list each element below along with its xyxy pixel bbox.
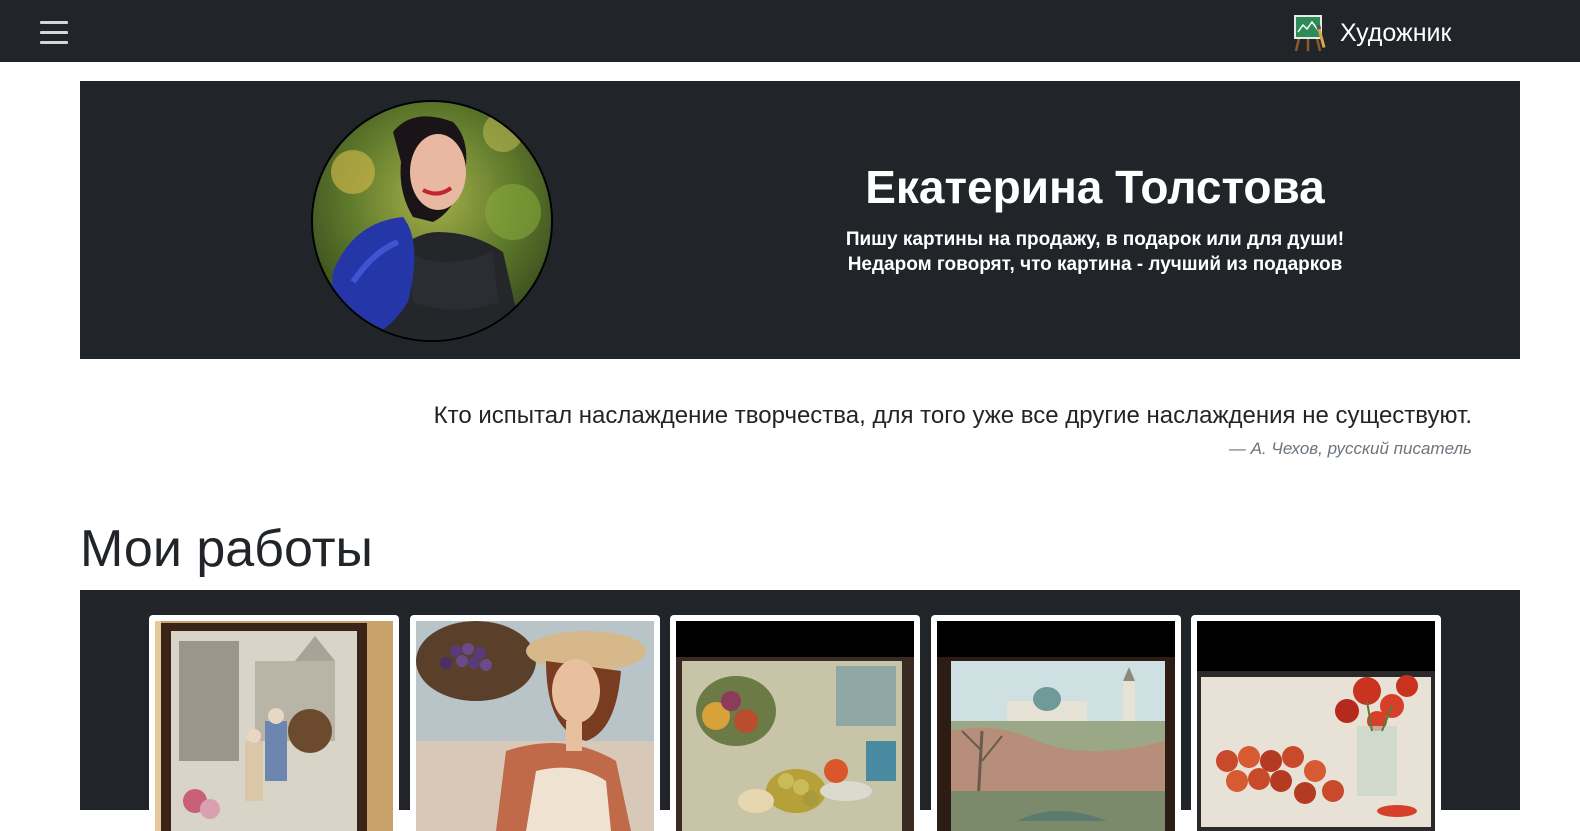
brand-link[interactable]: Художник <box>1294 15 1452 52</box>
easel-painting-icon <box>1294 15 1326 52</box>
work-card[interactable] <box>670 615 920 831</box>
work-card[interactable] <box>931 615 1181 831</box>
hero-subtitle: Пишу картины на продажу, в подарок или д… <box>630 227 1560 277</box>
navbar: Художник <box>0 0 1580 62</box>
quote-author: — А. Чехов, русский писатель <box>1228 439 1472 458</box>
painting-woman-with-grapes-basket <box>416 621 654 831</box>
painting-red-roses-apples <box>1197 621 1435 831</box>
work-card[interactable] <box>149 615 399 831</box>
hero-banner: Екатерина Толстова Пишу картины на прода… <box>80 81 1520 359</box>
works-title: Мои работы <box>80 520 373 578</box>
quote-text: Кто испытал наслаждение творчества, для … <box>433 402 1472 429</box>
hero-subtitle-line2: Недаром говорят, что картина - лучший из… <box>847 254 1343 275</box>
painting-still-life-fruits <box>676 621 914 831</box>
hamburger-menu-icon[interactable] <box>40 21 68 44</box>
work-card[interactable] <box>1191 615 1441 831</box>
avatar <box>311 100 553 342</box>
brand-title: Художник <box>1340 19 1452 47</box>
painting-landscape-church <box>937 621 1175 831</box>
framed-painting-street-scene <box>155 621 393 831</box>
works-gallery <box>80 590 1520 831</box>
artist-name: Екатерина Толстова <box>865 161 1325 213</box>
work-card[interactable] <box>410 615 660 831</box>
hero-subtitle-line1: Пишу картины на продажу, в подарок или д… <box>845 229 1345 250</box>
quote-block: Кто испытал наслаждение творчества, для … <box>80 400 1472 460</box>
